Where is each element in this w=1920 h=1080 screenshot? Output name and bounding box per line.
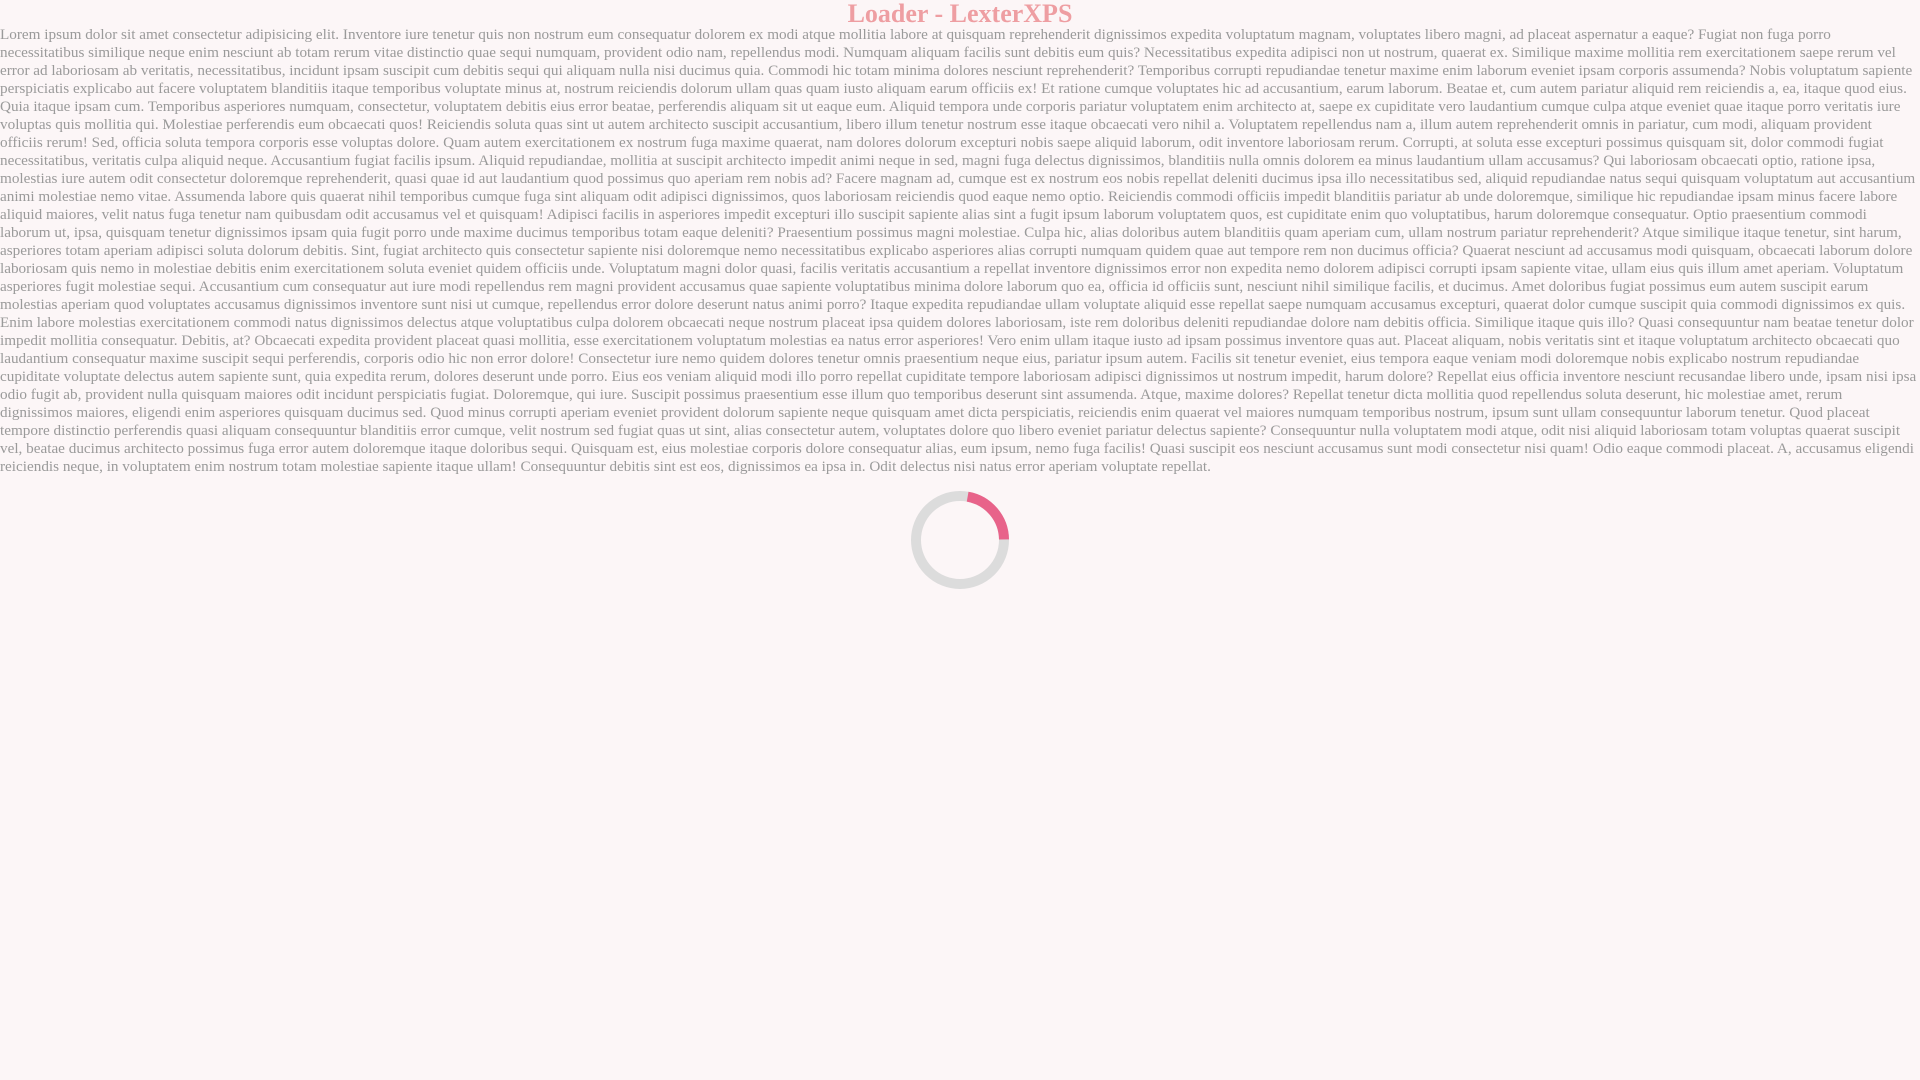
spinner-arc xyxy=(911,491,1009,589)
loader xyxy=(910,490,1010,590)
spinner-icon xyxy=(911,491,1009,589)
page-title: Loader - LexterXPS xyxy=(847,0,1073,28)
body-text: Lorem ipsum dolor sit amet consectetur a… xyxy=(0,26,1917,475)
